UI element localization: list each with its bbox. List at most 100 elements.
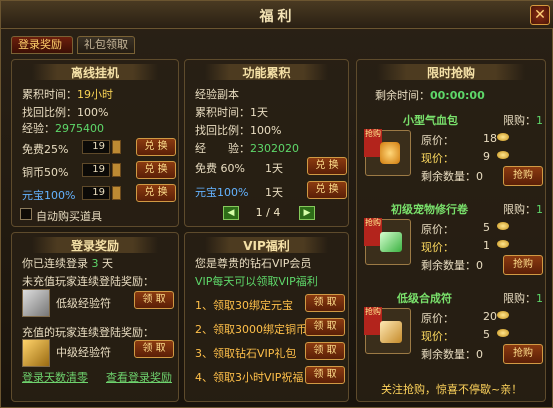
gold-ingot-icon — [497, 151, 509, 159]
offline-ingot-exchange-button[interactable]: 兑 换 — [136, 184, 176, 202]
login-streak: 你已连续登录 3 天 — [22, 255, 113, 271]
offline-time-label: 累积时间： — [22, 88, 77, 101]
function-row-ingot-label: 元宝100% — [195, 186, 249, 199]
vip-item-3-claim-button[interactable]: 领 取 — [305, 342, 345, 360]
gold-ingot-icon — [497, 329, 509, 337]
offline-ingot-stepper[interactable] — [112, 186, 121, 200]
sale-item-3-orig-value: 20 — [483, 310, 497, 323]
offline-row-ingot-label: 元宝100% — [22, 189, 76, 202]
close-button[interactable]: ✕ — [530, 5, 550, 25]
function-ingot-exchange-button[interactable]: 兑 换 — [307, 181, 347, 199]
normal-reward-claim-button[interactable]: 领 取 — [134, 291, 174, 309]
function-ratio-value: 100% — [250, 124, 282, 137]
sale-item-3-limit: 限购：1 — [503, 290, 543, 306]
function-title: 功能累积 — [242, 66, 291, 80]
offline-free-exchange-button[interactable]: 兑 换 — [136, 138, 176, 156]
sale-item-2-orig-value: 5 — [483, 221, 490, 234]
title-bar: 福利 ✕ — [1, 1, 553, 29]
login-title: 登录奖励 — [70, 239, 119, 253]
offline-exp-label: 经验： — [22, 122, 55, 135]
login-panel: 登录奖励 你已连续登录 3 天 未充值玩家连续登陆奖励： 低级经验符 领 取 充… — [11, 232, 179, 402]
offline-time: 累积时间：19小时 — [22, 86, 113, 102]
offline-copper-exchange-button[interactable]: 兑 换 — [136, 161, 176, 179]
tab-login-reward[interactable]: 登录奖励 — [11, 36, 73, 54]
flash-sale-title: 限时抢购 — [426, 66, 475, 80]
function-time-value: 1天 — [250, 106, 268, 119]
vip-item-1: 1、领取30绑定元宝 — [195, 297, 293, 313]
sale-item-2-remain: 剩余数量：0 — [421, 257, 483, 273]
synthesis-charm-icon — [380, 321, 402, 343]
sale-item-3-buy-button[interactable]: 抢购 — [503, 344, 543, 364]
flash-sale-remaining: 剩余时间：00:00:00 — [375, 87, 485, 103]
sale-item-1-buy-button[interactable]: 抢购 — [503, 166, 543, 186]
vip-item-1-claim-button[interactable]: 领 取 — [305, 294, 345, 312]
flash-sale-remaining-label: 剩余时间： — [375, 89, 430, 102]
offline-copper-input[interactable]: 19 — [82, 163, 110, 177]
function-ratio-label: 找回比例： — [195, 124, 250, 137]
normal-reward-label: 未充值玩家连续登陆奖励： — [22, 275, 154, 288]
sale-item-3-name: 低级合成符 — [397, 292, 452, 305]
page-indicator: 1 / 4 — [255, 206, 281, 219]
sale-item-2-limit-label: 限购： — [503, 203, 536, 216]
sale-item-2-remain-label: 剩余数量： — [421, 259, 476, 272]
window-title: 福利 — [259, 9, 296, 25]
gold-ingot-icon — [497, 311, 509, 319]
offline-ingot-input[interactable]: 19 — [82, 186, 110, 200]
sale-item-3-frame: 抢购 — [364, 307, 411, 354]
offline-row-free-label: 免费25% — [22, 143, 69, 156]
sale-item-1-remain-value: 0 — [476, 170, 483, 183]
offline-time-value: 19小时 — [77, 88, 113, 101]
vip-item-4-label: 4、领取3小时VIP祝福 — [195, 371, 304, 384]
function-exp-label: 经 验： — [195, 142, 250, 155]
sale-item-3-now-value: 5 — [483, 328, 490, 341]
offline-ratio-value: 100% — [77, 106, 109, 119]
prev-page-button[interactable]: ◀ — [223, 206, 239, 220]
gold-ingot-icon — [497, 133, 509, 141]
login-clear-link[interactable]: 登录天数清零 — [22, 369, 88, 385]
offline-ratio-label: 找回比例： — [22, 106, 77, 119]
flash-sale-remaining-time: 00:00:00 — [430, 89, 485, 102]
tab-gift-claim[interactable]: 礼包领取 — [77, 36, 135, 54]
auto-buy-checkbox[interactable] — [20, 208, 32, 220]
login-view-link[interactable]: 查看登录奖励 — [106, 369, 172, 385]
offline-copper-stepper[interactable] — [112, 163, 121, 177]
vip-item-2: 2、领取3000绑定铜币 — [195, 321, 307, 337]
sale-item-2-buy-button[interactable]: 抢购 — [503, 255, 543, 275]
sale-item-1-limit: 限购：1 — [503, 112, 543, 128]
sale-item-3-remain: 剩余数量：0 — [421, 346, 483, 362]
offline-free-stepper[interactable] — [112, 140, 121, 154]
hp-pack-icon — [380, 142, 400, 164]
offline-exp-value: 2975400 — [55, 122, 104, 135]
vip-reward-claim-button[interactable]: 领 取 — [134, 340, 174, 358]
sale-item-1-now-label: 现价： — [421, 152, 454, 165]
sale-item-2-name: 初级宠物修行卷 — [391, 203, 468, 216]
sale-item-2-now-label: 现价： — [421, 241, 454, 254]
function-subtitle: 经验副本 — [195, 88, 239, 101]
vip-item-3: 3、领取钻石VIP礼包 — [195, 345, 296, 361]
vip-reward-item: 中级经验符 — [56, 346, 111, 359]
function-row-ingot-value: 1天 — [265, 186, 283, 199]
function-time: 累积时间：1天 — [195, 104, 268, 120]
sale-item-2-orig: 原价： — [421, 221, 454, 237]
sale-item-2-limit: 限购：1 — [503, 201, 543, 217]
vip-subtitle: 您是尊贵的钻石VIP会员 — [195, 257, 312, 270]
vip-item-1-label: 1、领取30绑定元宝 — [195, 299, 293, 312]
sale-item-1-orig-value: 18 — [483, 132, 497, 145]
offline-ratio: 找回比例：100% — [22, 104, 108, 120]
sale-item-2-now-value: 1 — [483, 239, 490, 252]
function-free-exchange-button[interactable]: 兑 换 — [307, 157, 347, 175]
sale-item-2-frame: 抢购 — [364, 218, 411, 265]
sale-item-1-limit-label: 限购： — [503, 114, 536, 127]
function-exp: 经 验：2302020 — [195, 140, 299, 156]
sale-item-1-limit-value: 1 — [536, 114, 543, 127]
next-page-button[interactable]: ▶ — [299, 206, 315, 220]
vip-item-3-label: 3、领取钻石VIP礼包 — [195, 347, 297, 360]
function-exp-value: 2302020 — [250, 142, 299, 155]
sale-item-2-orig-label: 原价： — [421, 223, 454, 236]
vip-item-4-claim-button[interactable]: 领 取 — [305, 366, 345, 384]
function-time-label: 累积时间： — [195, 106, 250, 119]
vip-item-2-claim-button[interactable]: 领 取 — [305, 318, 345, 336]
sale-item-1-now-value: 9 — [483, 150, 490, 163]
gold-ingot-icon — [497, 240, 509, 248]
offline-free-input[interactable]: 19 — [82, 140, 110, 154]
